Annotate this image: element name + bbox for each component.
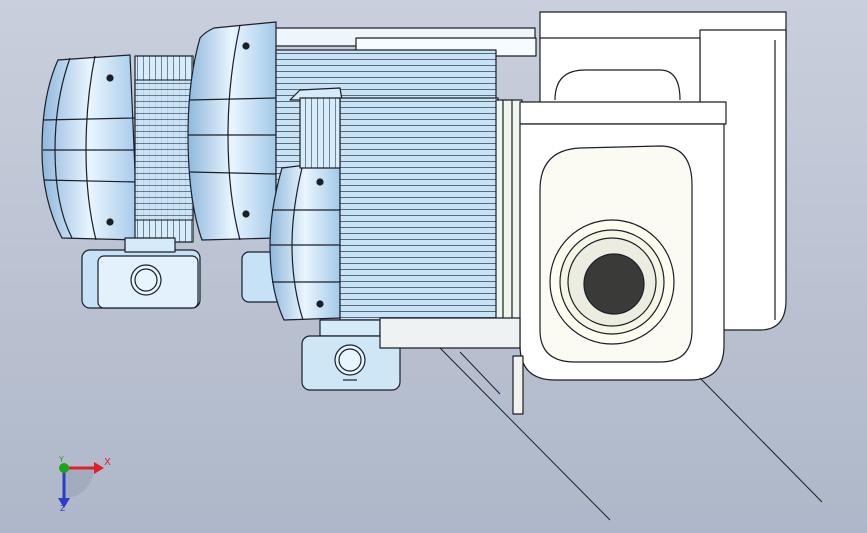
cad-viewport[interactable]: X Y Z — [0, 0, 867, 533]
arrow-right-icon — [94, 462, 104, 474]
gearmotor-assembly-model[interactable] — [0, 0, 867, 533]
back-motor — [41, 54, 201, 309]
x-axis-label: X — [104, 457, 111, 468]
coordinate-triad: X Y Z — [40, 448, 120, 518]
y-axis-label: Y — [59, 455, 64, 464]
z-axis-label: Z — [60, 504, 66, 513]
